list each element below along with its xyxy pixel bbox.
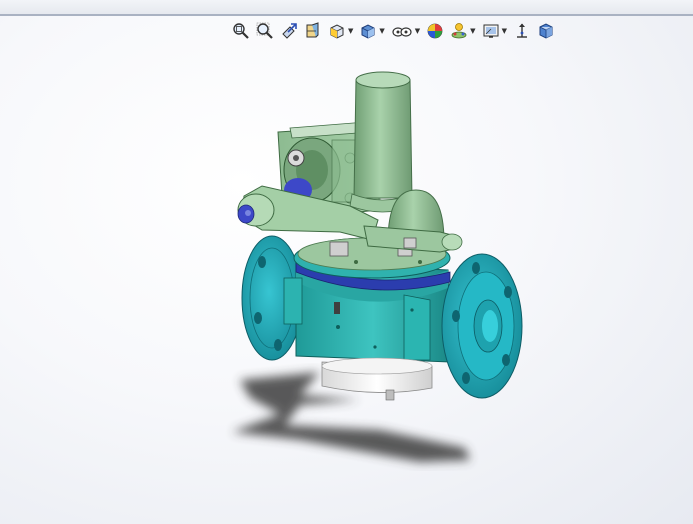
- view-orientation-button[interactable]: ▼: [326, 20, 355, 42]
- heads-up-view-toolbar: ▼ ▼ ▼ ▼ ▼: [230, 20, 557, 42]
- edit-appearance-button[interactable]: [424, 20, 446, 42]
- magnifier-area-icon: [256, 22, 273, 39]
- chevron-down-icon: ▼: [414, 27, 421, 35]
- rotate-view-button[interactable]: [511, 20, 533, 42]
- appearance-icon: [427, 23, 443, 39]
- scene-icon: [451, 23, 467, 39]
- zoom-to-area-button[interactable]: [254, 20, 276, 42]
- chevron-down-icon: ▼: [348, 27, 354, 35]
- apply-scene-button[interactable]: ▼: [448, 20, 477, 42]
- view-settings-button[interactable]: ▼: [480, 20, 509, 42]
- window-title-strip: [0, 0, 693, 16]
- display-style-icon: [361, 24, 375, 39]
- cube-icon: [539, 23, 553, 39]
- valve-assembly-model[interactable]: [0, 46, 693, 524]
- previous-view-icon: [282, 23, 297, 39]
- magnifier-fit-icon: [233, 23, 249, 39]
- display-style-button[interactable]: ▼: [357, 20, 386, 42]
- hide-show-icon: [392, 27, 412, 37]
- hide-show-items-button[interactable]: ▼: [389, 20, 422, 42]
- section-view-button[interactable]: [302, 20, 324, 42]
- bottom-cap: [321, 357, 433, 401]
- chevron-down-icon: ▼: [470, 27, 476, 35]
- chevron-down-icon: ▼: [379, 27, 385, 35]
- view-orientation-icon: [330, 24, 344, 39]
- zoom-to-fit-button[interactable]: [230, 20, 252, 42]
- view-settings-icon: [483, 24, 499, 38]
- chevron-down-icon: ▼: [501, 27, 507, 35]
- 3d-view-button[interactable]: [535, 20, 557, 42]
- section-view-icon: [306, 22, 319, 38]
- rotate-icon: [516, 23, 527, 38]
- right-flange: [441, 253, 523, 399]
- graphics-area[interactable]: [0, 46, 693, 524]
- previous-view-button[interactable]: [278, 20, 300, 42]
- spring-cylinder: [349, 71, 417, 213]
